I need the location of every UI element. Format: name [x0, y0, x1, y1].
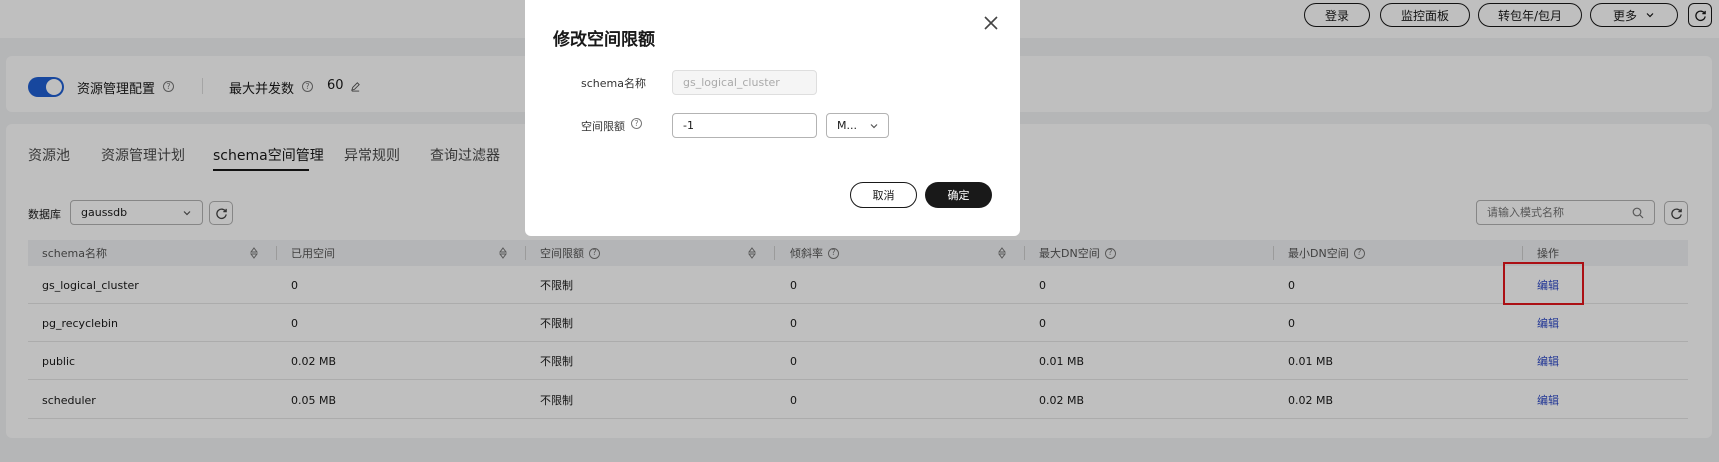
- space-quota-label: 空间限额: [581, 120, 625, 133]
- chevron-down-icon: [870, 123, 878, 128]
- cancel-button[interactable]: 取消: [850, 182, 917, 208]
- space-quota-input[interactable]: -1: [672, 113, 817, 138]
- unit-select[interactable]: M...: [826, 113, 889, 138]
- unit-select-value: M...: [837, 119, 857, 132]
- schema-name-field: gs_logical_cluster: [672, 70, 817, 95]
- help-icon[interactable]: ?: [631, 118, 642, 129]
- close-icon[interactable]: [983, 15, 999, 31]
- confirm-button[interactable]: 确定: [925, 182, 992, 208]
- dialog-title: 修改空间限额: [553, 30, 655, 50]
- schema-name-label: schema名称: [581, 77, 646, 90]
- edit-quota-dialog: 修改空间限额 schema名称 gs_logical_cluster 空间限额 …: [525, 0, 1020, 236]
